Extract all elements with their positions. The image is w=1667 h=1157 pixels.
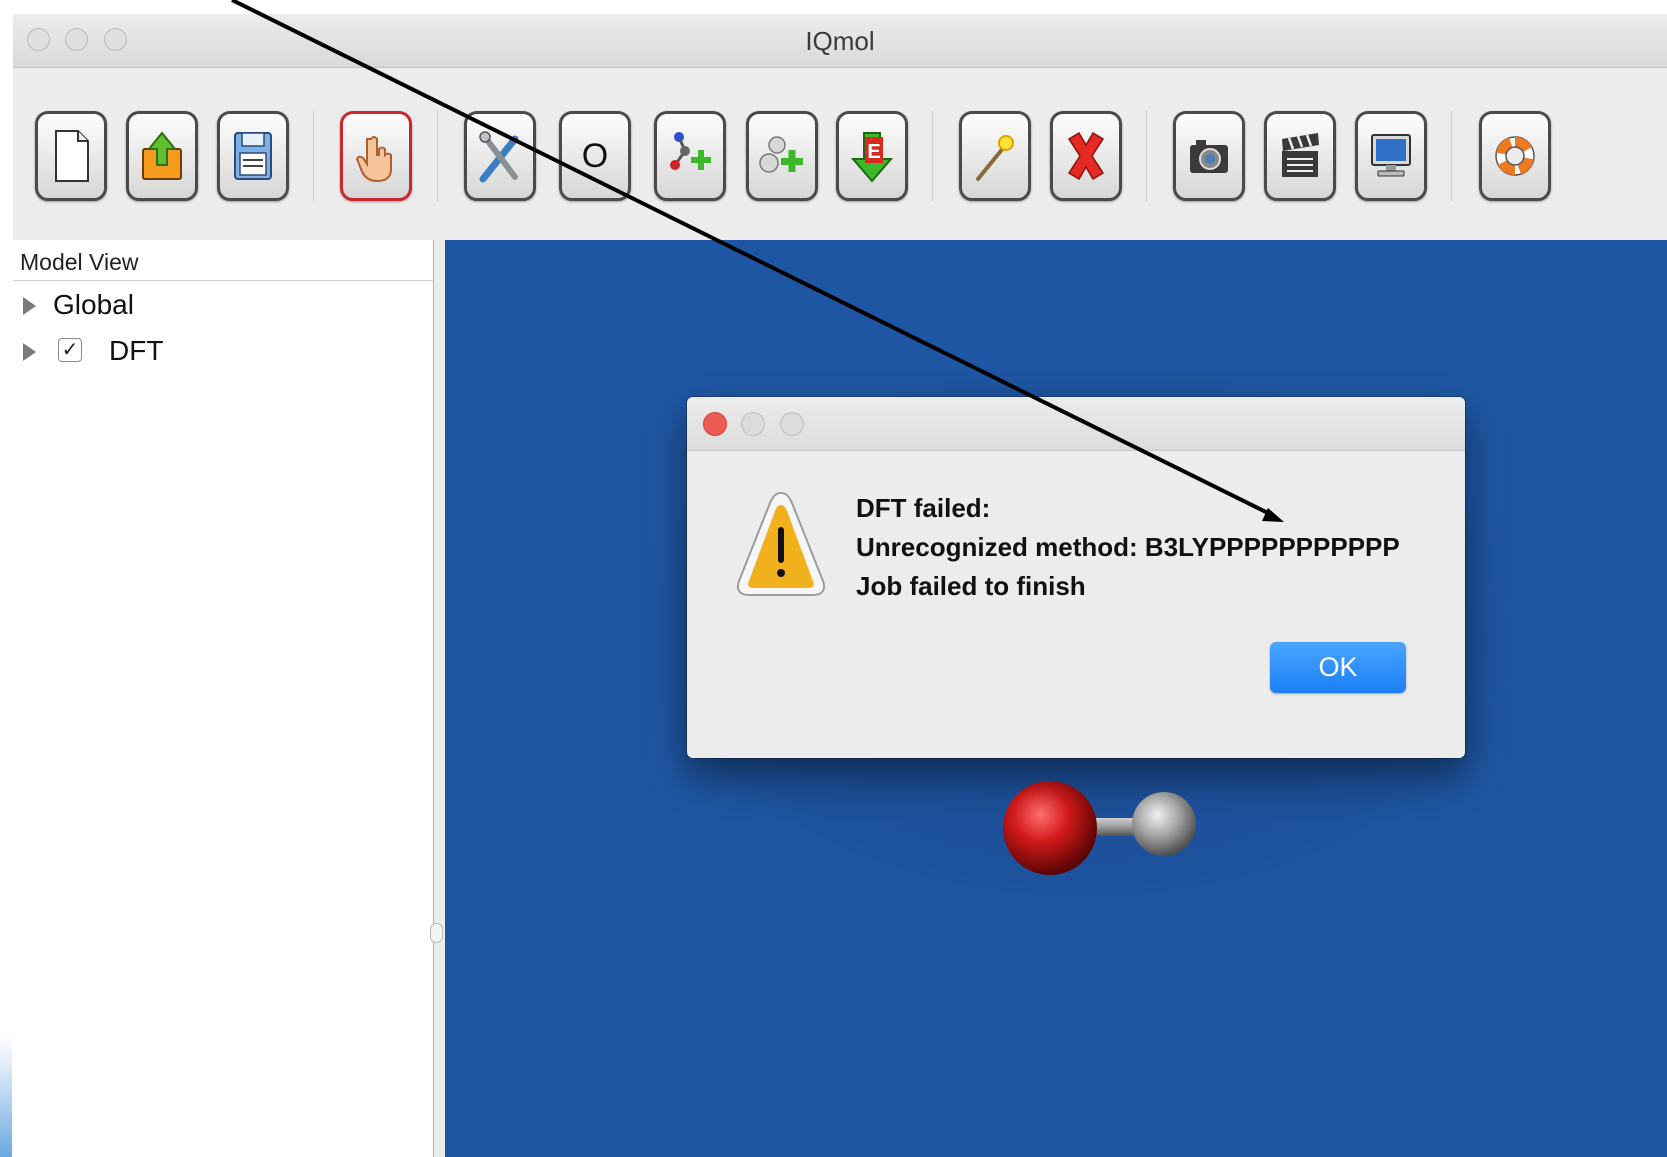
dialog-zoom-button [780,412,804,436]
record-animation-button[interactable] [1264,111,1336,201]
dialog-titlebar [687,397,1465,451]
element-button[interactable]: O [559,111,631,201]
expand-triangle-icon[interactable] [23,343,36,361]
toolbar-separator [313,111,314,201]
open-file-button[interactable] [126,111,198,201]
save-file-button[interactable] [217,111,289,201]
new-file-icon [55,130,89,182]
tree-item-global[interactable]: Global [13,286,433,326]
error-dialog: DFT failed: Unrecognized method: B3LYPPP… [687,397,1465,758]
toolbar-separator [1146,111,1147,201]
magic-wand-icon [976,135,1014,181]
minimize-energy-icon: E [850,132,894,183]
ok-button[interactable]: OK [1270,642,1406,693]
add-hydrogens-button[interactable] [654,111,726,201]
open-file-icon [142,131,182,180]
monitor-icon [1371,134,1411,177]
oxygen-atom[interactable] [1003,781,1097,875]
main-toolbar: O E [13,68,1667,240]
select-button[interactable] [340,111,412,201]
window-title: IQmol [805,26,875,56]
tools-icon [479,131,519,183]
dft-checkbox[interactable]: ✓ [58,338,82,362]
save-file-icon [234,132,272,180]
dialog-message-line: Unrecognized method: B3LYPPPPPPPPPPP [856,532,1400,562]
hydrogen-atom[interactable] [1132,792,1196,856]
red-x-icon [1067,131,1105,181]
toolbar-separator [437,111,438,201]
model-view-panel: Model View Global ✓ DFT [13,240,434,1157]
splitter-handle[interactable] [430,923,443,943]
full-screen-button[interactable] [1355,111,1427,201]
hand-pointer-icon [355,136,392,183]
add-fragment-button[interactable] [746,111,818,201]
dialog-message: DFT failed: Unrecognized method: B3LYPPP… [856,489,1400,606]
toolbar-separator [932,111,933,201]
symmetrize-button[interactable] [959,111,1031,201]
build-tools-button[interactable] [464,111,536,201]
model-view-header: Model View [13,240,433,281]
dialog-message-line: Job failed to finish [856,571,1086,601]
model-view-title: Model View [20,249,139,275]
dialog-close-button[interactable] [703,412,727,436]
minimize-energy-button[interactable]: E [836,111,908,201]
lifebuoy-icon [1495,136,1535,176]
warning-triangle-icon [736,491,826,596]
dialog-minimize-button [741,412,765,436]
tree-item-label: Global [53,289,134,320]
element-icon: O [581,136,609,175]
tree-item-dft[interactable]: ✓ DFT [13,332,433,372]
new-file-button[interactable] [35,111,107,201]
add-fragment-icon [759,136,803,173]
background-edge [0,1035,12,1157]
tree-item-label: DFT [109,335,164,366]
help-button[interactable] [1479,111,1551,201]
dialog-message-line: DFT failed: [856,493,991,523]
window-titlebar: IQmol [13,14,1667,68]
delete-button[interactable] [1050,111,1122,201]
expand-triangle-icon[interactable] [23,297,36,315]
screenshot-button[interactable] [1173,111,1245,201]
svg-text:E: E [867,141,880,163]
add-hydrogens-icon [670,132,711,170]
toolbar-separator [1451,111,1452,201]
camera-icon [1190,140,1228,173]
clapperboard-icon [1282,133,1319,177]
